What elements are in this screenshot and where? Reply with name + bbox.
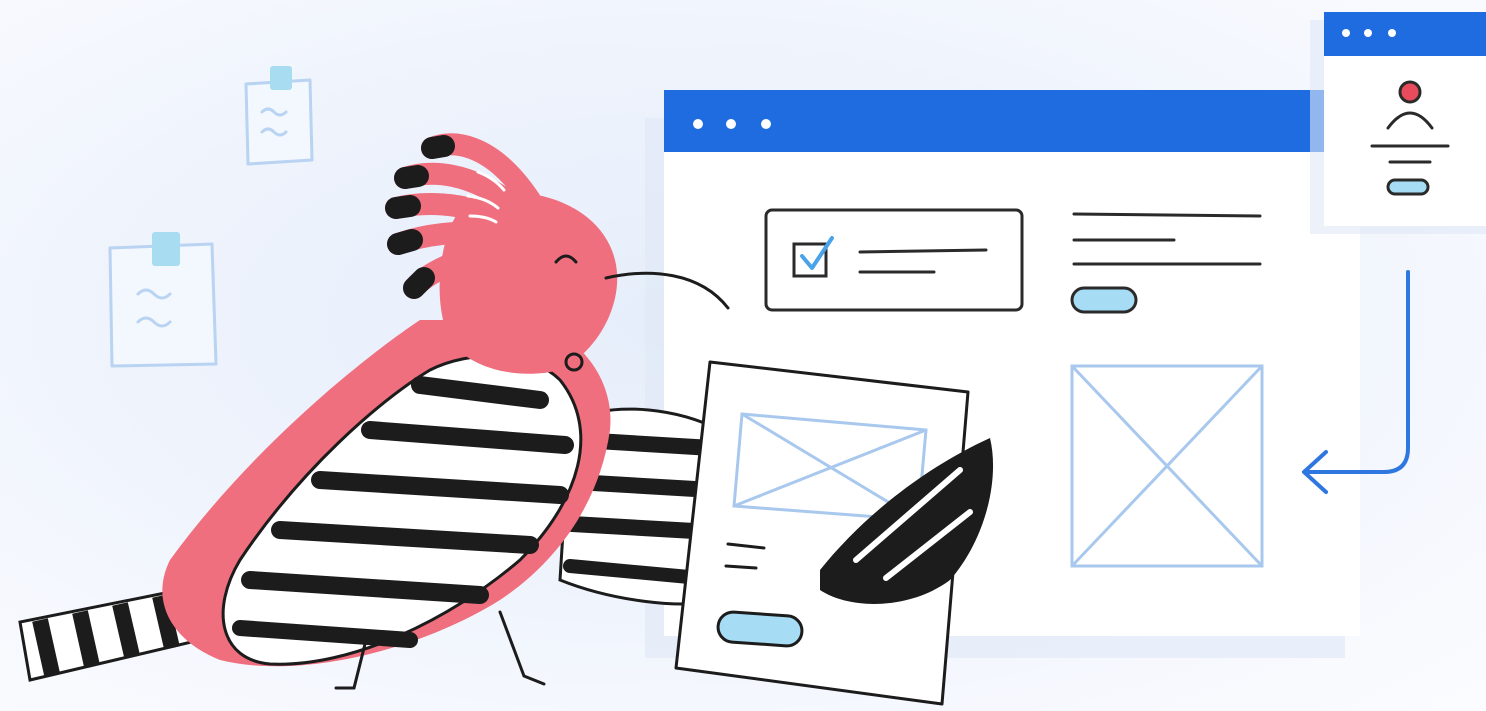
window-dot-2: [726, 119, 736, 129]
bird-head: [439, 192, 618, 374]
checkbox-card: [764, 208, 1024, 312]
sticky-tab-bottom: [152, 232, 180, 266]
window-dot-1: [693, 119, 703, 129]
profile-button: [1386, 178, 1430, 196]
hoopoe-wireframe-illustration: [18, 12, 1486, 706]
sticky-note-top: [244, 78, 314, 166]
window-button-top: [1070, 286, 1138, 314]
bird-wing: [221, 354, 583, 666]
window-dot-3: [761, 119, 771, 129]
illustration-scene: [0, 0, 1486, 711]
avatar-icon: [1398, 80, 1422, 104]
profile-window: [1310, 12, 1486, 234]
card-button: [716, 610, 804, 648]
sticky-tab-top: [270, 66, 292, 90]
